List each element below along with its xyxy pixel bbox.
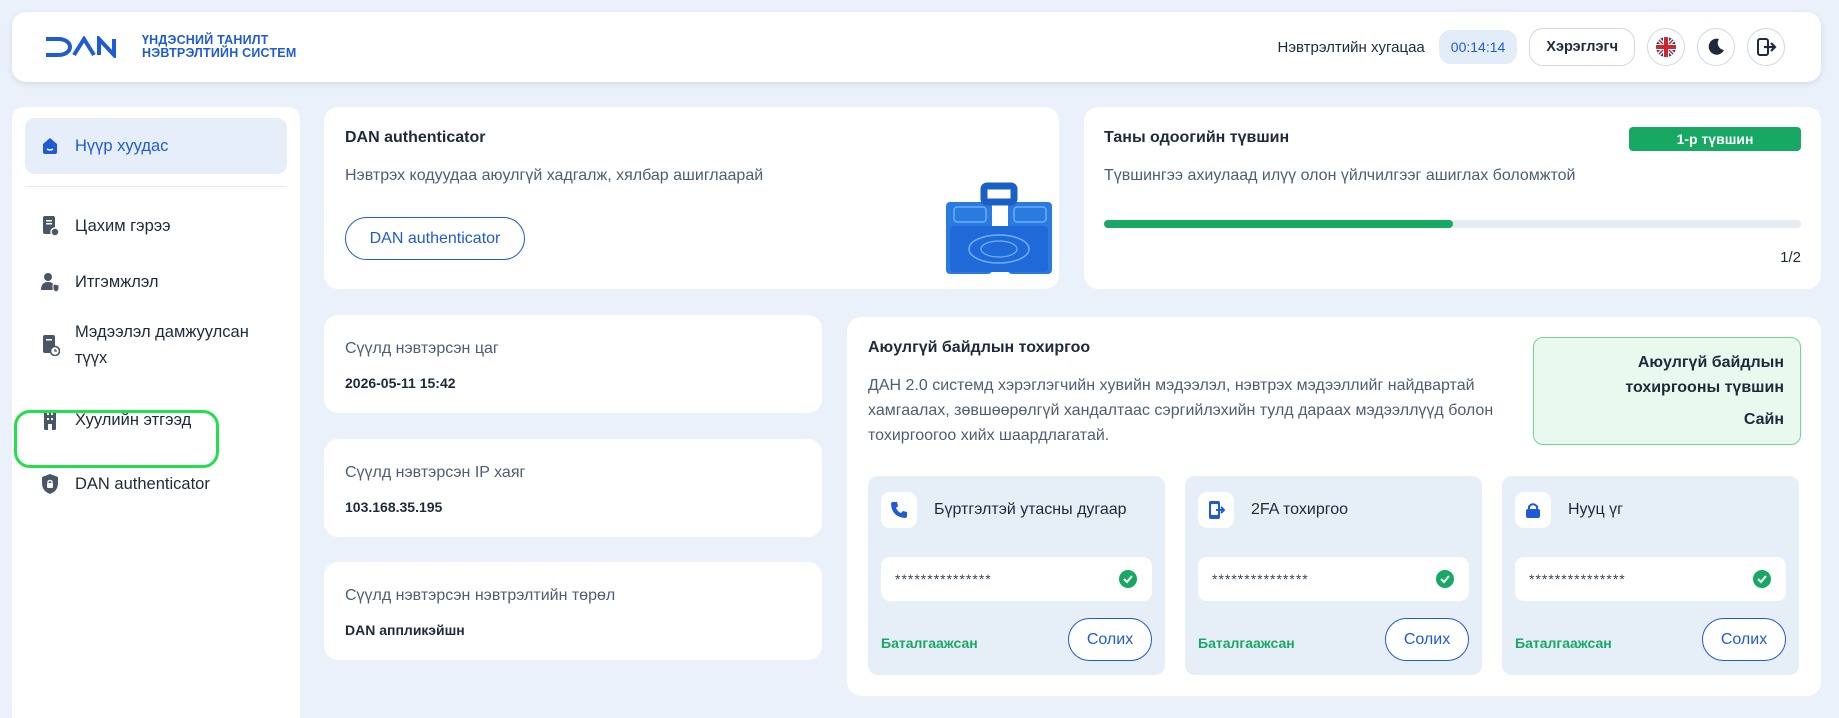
sidebar-item-label: Нүүр хуудас [75,136,169,155]
sidebar-item-home[interactable]: Нүүр хуудас [25,118,287,174]
password-verified-status: Баталгаажсан [1515,635,1612,651]
2fa-masked-field: *************** [1198,557,1469,601]
phone-security-card: Бүртгэлтэй утасны дугаар ***************… [868,476,1165,675]
security-level-title: Аюулгүй байдлын тохиргооны түвшин [1625,354,1784,396]
password-masked-field: *************** [1515,557,1786,601]
sidebar-item-label: Хуулийн этгээд [75,410,192,429]
phone-verified-status: Баталгаажсан [881,635,978,651]
level-progress-fill [1104,220,1453,228]
password-security-card: Нууц үг *************** Баталгаажсан Сол… [1502,476,1799,675]
security-description: ДАН 2.0 системд хэрэглэгчийн хувийн мэдэ… [868,377,1494,444]
sidebar-item-label: Цахим гэрээ [75,216,171,235]
2fa-verified-status: Баталгаажсан [1198,635,1295,651]
brand-line-2: НЭВТРЭЛТИЙН СИСТЕМ [142,46,297,60]
sidebar-item-data-transfer-history[interactable]: Мэдээлэл дамжуулсан түүх [25,319,287,371]
top-header: ҮНДЭСНИЙ ТАНИЛТ НЭВТРЭЛТИЙН СИСТЕМ Нэвтр… [12,12,1821,82]
logout-button[interactable] [1747,28,1785,66]
phone-masked-field: *************** [881,557,1152,601]
session-timer: 00:14:14 [1438,30,1518,64]
last-login-ip-label: Сүүлд нэвтэрсэн IP хаяг [345,464,526,481]
change-2fa-button[interactable]: Солих [1385,618,1469,661]
uk-flag-icon [1656,37,1676,57]
device-2fa-icon [1198,492,1234,528]
sidebar: Нүүр хуудас Цахим гэрээ Итгэмжлэл Мэдээл… [12,107,300,718]
moon-icon [1708,38,1724,55]
last-login-ip-card: Сүүлд нэвтэрсэн IP хаяг 103.168.35.195 [324,439,822,537]
shield-lock-icon [39,473,61,495]
last-login-type-label: Сүүлд нэвтэрсэн нэвтрэлтийн төрөл [345,587,616,604]
change-phone-button[interactable]: Солих [1068,618,1152,661]
phone-icon [881,492,917,528]
home-icon [39,135,61,157]
logout-icon [1757,38,1777,56]
check-circle-icon [1753,570,1771,588]
contract-icon [39,215,61,237]
last-login-time-value: 2026-05-11 15:42 [345,375,456,391]
building-icon [39,409,61,431]
authenticator-subtitle: Нэвтрэх кодуудаа аюулгүй хадгалж, хялбар… [345,167,764,184]
check-circle-icon [1436,570,1454,588]
level-badge: 1-р түвшин [1629,127,1801,151]
level-card: Таны одоогийн түвшин 1-р түвшин Түвшингэ… [1084,107,1821,289]
dan-logo-icon [46,36,116,58]
lock-icon [1515,492,1551,528]
session-label: Нэвтрэлтийн хугацаа [1277,38,1425,56]
brand-logo[interactable]: ҮНДЭСНИЙ ТАНИЛТ НЭВТРЭЛТИЙН СИСТЕМ [44,34,296,60]
sidebar-divider [25,186,287,187]
sidebar-item-power-of-attorney[interactable]: Итгэмжлэл [25,271,287,293]
check-circle-icon [1119,570,1137,588]
password-masked-value: *************** [1529,571,1626,587]
user-shield-icon [39,271,61,293]
sidebar-item-legal-entity[interactable]: Хуулийн этгээд [25,409,287,431]
sidebar-item-label: DAN authenticator [75,474,210,493]
level-subtitle: Түвшингээ ахиулаад илүү олон үйлчилгээг … [1104,167,1576,184]
sidebar-item-dan-authenticator[interactable]: DAN authenticator [25,473,287,495]
2fa-security-title: 2FA тохиргоо [1251,501,1349,518]
user-button[interactable]: Хэрэглэгч [1529,28,1635,66]
change-password-button[interactable]: Солих [1702,618,1786,661]
phone-masked-value: *************** [895,571,992,587]
sidebar-item-label: Мэдээлэл дамжуулсан түүх [75,323,249,367]
padlock-illustration-icon [946,182,1052,274]
level-progress-text: 1/2 [1780,249,1801,266]
sidebar-item-label: Итгэмжлэл [75,272,159,291]
theme-toggle-button[interactable] [1697,28,1735,66]
2fa-masked-value: *************** [1212,571,1309,587]
last-login-ip-value: 103.168.35.195 [345,499,443,515]
2fa-security-card: 2FA тохиргоо *************** Баталгаажса… [1185,476,1482,675]
last-login-time-label: Сүүлд нэвтэрсэн цаг [345,340,499,357]
level-progress-bar [1104,220,1801,228]
password-security-title: Нууц үг [1568,501,1623,518]
last-login-time-card: Сүүлд нэвтэрсэн цаг 2026-05-11 15:42 [324,315,822,413]
security-level-box: Аюулгүй байдлын тохиргооны түвшин Сайн [1533,337,1801,445]
last-login-type-value: DAN аппликэйшн [345,622,465,638]
dan-authenticator-button[interactable]: DAN authenticator [345,217,525,260]
last-login-type-card: Сүүлд нэвтэрсэн нэвтрэлтийн төрөл DAN ап… [324,562,822,660]
security-title: Аюулгүй байдлын тохиргоо [868,339,1091,356]
history-doc-icon [39,334,61,356]
security-level-value: Сайн [1743,411,1784,428]
authenticator-card: DAN authenticator Нэвтрэх кодуудаа аюулг… [324,107,1059,289]
phone-security-title: Бүртгэлтэй утасны дугаар [934,501,1127,518]
security-settings-card: Аюулгүй байдлын тохиргоо ДАН 2.0 системд… [847,317,1821,696]
sidebar-item-e-contract[interactable]: Цахим гэрээ [25,215,287,237]
language-button[interactable] [1647,28,1685,66]
authenticator-title: DAN authenticator [345,129,486,146]
level-title: Таны одоогийн түвшин [1104,129,1290,146]
